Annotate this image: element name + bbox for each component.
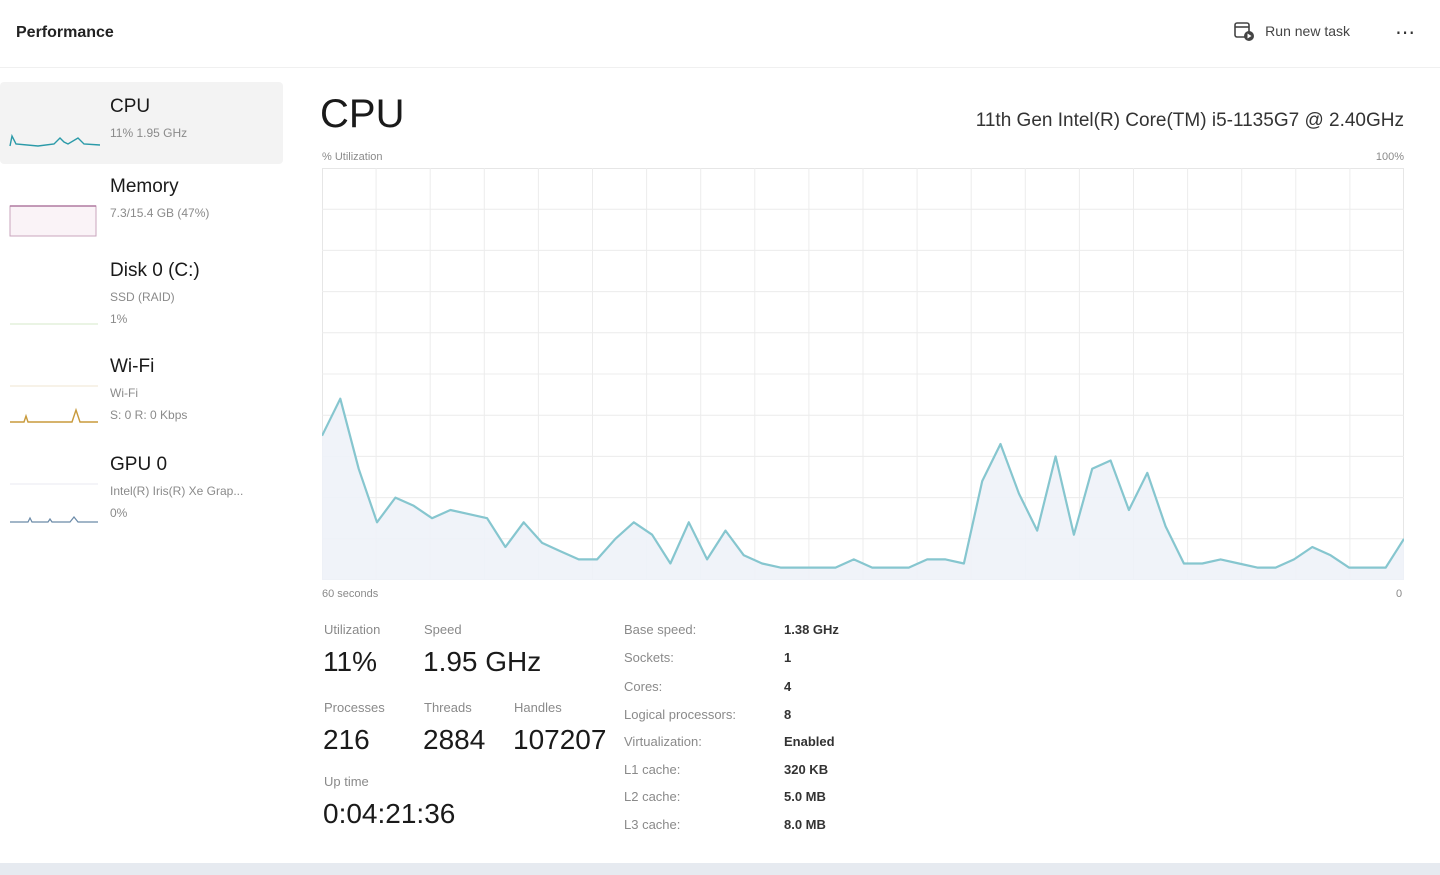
spec-label: L3 cache: — [624, 817, 681, 832]
sidebar-item-detail: Wi-Fi — [110, 386, 138, 400]
spec-value: 4 — [784, 679, 792, 694]
sidebar-item-detail: 11% 1.95 GHz — [110, 126, 188, 140]
disk-thumbnail-graph — [10, 323, 98, 325]
spec-value: 1.38 GHz — [784, 622, 839, 637]
spec-label: Cores: — [624, 679, 663, 694]
sidebar-item-cpu[interactable]: CPU 11% 1.95 GHz — [0, 82, 283, 164]
run-task-icon — [1234, 22, 1255, 41]
speed-label: Speed — [424, 622, 462, 637]
utilization-value: 11% — [323, 646, 377, 677]
spec-value: 5.0 MB — [784, 789, 826, 804]
sidebar: CPU 11% 1.95 GHz Memory 7.3/15.4 GB (47%… — [0, 78, 290, 548]
utilization-axis-label: % Utilization — [322, 151, 383, 163]
sidebar-item-label: Wi-Fi — [110, 356, 155, 377]
sidebar-item-label: Memory — [110, 176, 179, 197]
sidebar-item-detail-secondary: S: 0 R: 0 Kbps — [110, 408, 188, 422]
wifi-thumbnail-graph — [10, 385, 98, 423]
sidebar-item-detail: Intel(R) Iris(R) Xe Grap... — [110, 484, 244, 498]
uptime-value: 0:04:21:36 — [323, 798, 456, 829]
speed-value: 1.95 GHz — [423, 646, 542, 677]
time-axis-start: 60 seconds — [322, 588, 379, 600]
sidebar-item-detail-secondary: 0% — [110, 506, 128, 520]
handles-value: 107207 — [513, 724, 607, 755]
sidebar-item-detail: 7.3/15.4 GB (47%) — [110, 206, 210, 220]
sidebar-item-wifi[interactable]: Wi-Fi Wi-Fi S: 0 R: 0 Kbps — [0, 350, 283, 440]
uptime-label: Up time — [324, 774, 369, 789]
sidebar-item-detail: SSD (RAID) — [110, 290, 175, 304]
spec-value: Enabled — [784, 734, 835, 749]
spec-label: Logical processors: — [624, 707, 736, 722]
memory-thumbnail-graph — [9, 205, 97, 237]
title-bar: Performance Run new task ⋯ — [0, 0, 1440, 68]
sidebar-item-disk[interactable]: Disk 0 (C:) SSD (RAID) 1% — [0, 252, 283, 342]
spec-label: Virtualization: — [624, 734, 702, 749]
spec-value: 8 — [784, 707, 792, 722]
time-axis-end: 0 — [1396, 588, 1403, 600]
sidebar-item-memory[interactable]: Memory 7.3/15.4 GB (47%) — [0, 170, 283, 246]
sidebar-item-label: CPU — [110, 96, 151, 117]
run-new-task-label: Run new task — [1265, 23, 1350, 39]
threads-value: 2884 — [423, 724, 486, 755]
spec-value: 8.0 MB — [784, 817, 826, 832]
spec-label: L1 cache: — [624, 762, 681, 777]
utilization-label: Utilization — [324, 622, 381, 637]
sidebar-item-label: GPU 0 — [110, 454, 168, 475]
sidebar-item-label: Disk 0 (C:) — [110, 260, 200, 281]
spec-value: 320 KB — [784, 762, 829, 777]
cpu-thumbnail-graph — [9, 133, 100, 147]
cpu-model-name: 11th Gen Intel(R) Core(TM) i5-1135G7 @ 2… — [975, 110, 1404, 131]
spec-value: 1 — [784, 650, 792, 665]
handles-label: Handles — [514, 700, 562, 715]
utilization-axis-max: 100% — [1375, 151, 1404, 163]
spec-label: Sockets: — [624, 650, 674, 665]
threads-label: Threads — [424, 700, 472, 715]
page-title: Performance — [16, 24, 114, 41]
bottom-edge-bar — [0, 863, 1440, 875]
sidebar-item-gpu[interactable]: GPU 0 Intel(R) Iris(R) Xe Grap... 0% — [0, 450, 283, 540]
spec-label: L2 cache: — [624, 789, 681, 804]
run-new-task-button[interactable]: Run new task — [1233, 20, 1350, 42]
processes-label: Processes — [324, 700, 385, 715]
more-options-icon[interactable]: ⋯ — [1395, 20, 1416, 45]
sidebar-item-detail-secondary: 1% — [110, 312, 128, 326]
processes-value: 216 — [323, 724, 370, 755]
spec-label: Base speed: — [624, 622, 697, 637]
cpu-utilization-graph — [322, 168, 1404, 580]
cpu-heading: CPU — [320, 92, 405, 136]
gpu-thumbnail-graph — [10, 483, 98, 523]
